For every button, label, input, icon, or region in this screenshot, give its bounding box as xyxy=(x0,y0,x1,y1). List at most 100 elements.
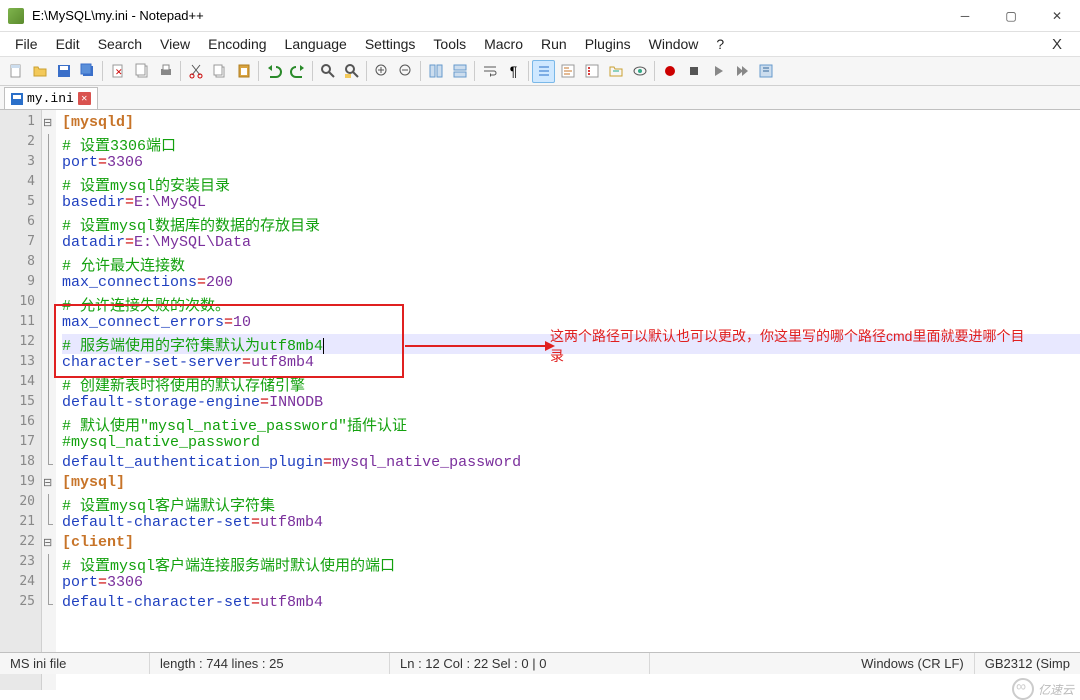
print-icon[interactable] xyxy=(154,60,177,83)
code-line[interactable]: basedir=E:\MySQL xyxy=(62,194,1080,214)
fold-marker xyxy=(42,554,56,574)
monitoring-icon[interactable] xyxy=(628,60,651,83)
close-button[interactable]: ✕ xyxy=(1034,0,1080,32)
code-line[interactable]: #mysql_native_password xyxy=(62,434,1080,454)
code-line[interactable]: # 设置3306端口 xyxy=(62,134,1080,154)
menu-macro[interactable]: Macro xyxy=(475,34,532,54)
line-number: 14 xyxy=(0,374,41,394)
status-filetype: MS ini file xyxy=(0,653,150,674)
watermark: 亿速云 xyxy=(1012,678,1074,700)
fold-marker xyxy=(42,494,56,514)
line-number: 13 xyxy=(0,354,41,374)
fold-marker xyxy=(42,174,56,194)
code-line[interactable]: # 创建新表时将使用的默认存储引擎 xyxy=(62,374,1080,394)
word-wrap-icon[interactable] xyxy=(478,60,501,83)
fold-marker xyxy=(42,234,56,254)
menu-file[interactable]: File xyxy=(6,34,47,54)
tab-close-icon[interactable]: ✕ xyxy=(78,92,91,105)
paste-icon[interactable] xyxy=(232,60,255,83)
show-all-chars-icon[interactable]: ¶ xyxy=(502,60,525,83)
line-number: 23 xyxy=(0,554,41,574)
close-file-icon[interactable]: ✕ xyxy=(106,60,129,83)
menu-window[interactable]: Window xyxy=(640,34,708,54)
code-line[interactable]: # 设置mysql客户端连接服务端时默认使用的端口 xyxy=(62,554,1080,574)
code-line[interactable]: # 设置mysql客户端默认字符集 xyxy=(62,494,1080,514)
new-file-icon[interactable] xyxy=(4,60,27,83)
close-all-icon[interactable] xyxy=(130,60,153,83)
find-icon[interactable] xyxy=(316,60,339,83)
fold-marker[interactable] xyxy=(42,114,56,134)
fold-marker xyxy=(42,154,56,174)
tab-bar: my.ini ✕ xyxy=(0,86,1080,110)
redo-icon[interactable] xyxy=(286,60,309,83)
replace-icon[interactable] xyxy=(340,60,363,83)
sync-v-icon[interactable] xyxy=(424,60,447,83)
folder-workspace-icon[interactable] xyxy=(604,60,627,83)
fold-marker xyxy=(42,334,56,354)
code-line[interactable]: # 允许连接失败的次数。 xyxy=(62,294,1080,314)
doc-map-icon[interactable] xyxy=(556,60,579,83)
menu-language[interactable]: Language xyxy=(276,34,356,54)
fold-marker xyxy=(42,314,56,334)
play-macro-icon[interactable] xyxy=(706,60,729,83)
line-number: 22 xyxy=(0,534,41,554)
maximize-button[interactable]: ▢ xyxy=(988,0,1034,32)
menubar-close-x[interactable]: X xyxy=(1040,36,1074,53)
fold-marker xyxy=(42,414,56,434)
menu-tools[interactable]: Tools xyxy=(424,34,475,54)
status-eol[interactable]: Windows (CR LF) xyxy=(851,653,975,674)
code-line[interactable]: default-character-set=utf8mb4 xyxy=(62,594,1080,614)
play-multi-icon[interactable] xyxy=(730,60,753,83)
menu-view[interactable]: View xyxy=(151,34,199,54)
menu-plugins[interactable]: Plugins xyxy=(576,34,640,54)
save-all-icon[interactable] xyxy=(76,60,99,83)
menu-edit[interactable]: Edit xyxy=(47,34,89,54)
status-encoding[interactable]: GB2312 (Simp xyxy=(975,653,1080,674)
line-number: 16 xyxy=(0,414,41,434)
code-line[interactable]: [mysql] xyxy=(62,474,1080,494)
menu-help[interactable]: ? xyxy=(707,34,733,54)
code-line[interactable]: # 默认使用"mysql_native_password"插件认证 xyxy=(62,414,1080,434)
svg-text:✕: ✕ xyxy=(115,67,123,77)
menu-run[interactable]: Run xyxy=(532,34,576,54)
code-line[interactable]: [client] xyxy=(62,534,1080,554)
code-line[interactable]: default-storage-engine=INNODB xyxy=(62,394,1080,414)
code-view[interactable]: [mysqld]# 设置3306端口port=3306# 设置mysql的安装目… xyxy=(56,110,1080,690)
undo-icon[interactable] xyxy=(262,60,285,83)
indent-guide-icon[interactable] xyxy=(532,60,555,83)
stop-macro-icon[interactable] xyxy=(682,60,705,83)
code-line[interactable]: # 允许最大连接数 xyxy=(62,254,1080,274)
minimize-button[interactable]: ─ xyxy=(942,0,988,32)
code-line[interactable]: datadir=E:\MySQL\Data xyxy=(62,234,1080,254)
zoom-in-icon[interactable] xyxy=(370,60,393,83)
fold-marker[interactable] xyxy=(42,474,56,494)
function-list-icon[interactable] xyxy=(580,60,603,83)
cut-icon[interactable] xyxy=(184,60,207,83)
code-line[interactable]: max_connections=200 xyxy=(62,274,1080,294)
code-line[interactable]: [mysqld] xyxy=(62,114,1080,134)
fold-marker[interactable] xyxy=(42,534,56,554)
line-number: 7 xyxy=(0,234,41,254)
fold-column[interactable] xyxy=(42,110,56,690)
code-line[interactable]: # 设置mysql数据库的数据的存放目录 xyxy=(62,214,1080,234)
copy-icon[interactable] xyxy=(208,60,231,83)
save-icon[interactable] xyxy=(52,60,75,83)
line-number: 4 xyxy=(0,174,41,194)
menu-search[interactable]: Search xyxy=(89,34,151,54)
zoom-out-icon[interactable] xyxy=(394,60,417,83)
code-line[interactable]: # 设置mysql的安装目录 xyxy=(62,174,1080,194)
menu-settings[interactable]: Settings xyxy=(356,34,425,54)
record-macro-icon[interactable] xyxy=(658,60,681,83)
sync-h-icon[interactable] xyxy=(448,60,471,83)
open-file-icon[interactable] xyxy=(28,60,51,83)
save-macro-icon[interactable] xyxy=(754,60,777,83)
fold-marker xyxy=(42,274,56,294)
code-line[interactable]: default-character-set=utf8mb4 xyxy=(62,514,1080,534)
menu-encoding[interactable]: Encoding xyxy=(199,34,275,54)
editor-area[interactable]: 1234567891011121314151617181920212223242… xyxy=(0,110,1080,690)
code-line[interactable]: port=3306 xyxy=(62,574,1080,594)
file-tab[interactable]: my.ini ✕ xyxy=(4,87,98,109)
code-line[interactable]: default_authentication_plugin=mysql_nati… xyxy=(62,454,1080,474)
fold-marker xyxy=(42,394,56,414)
code-line[interactable]: port=3306 xyxy=(62,154,1080,174)
